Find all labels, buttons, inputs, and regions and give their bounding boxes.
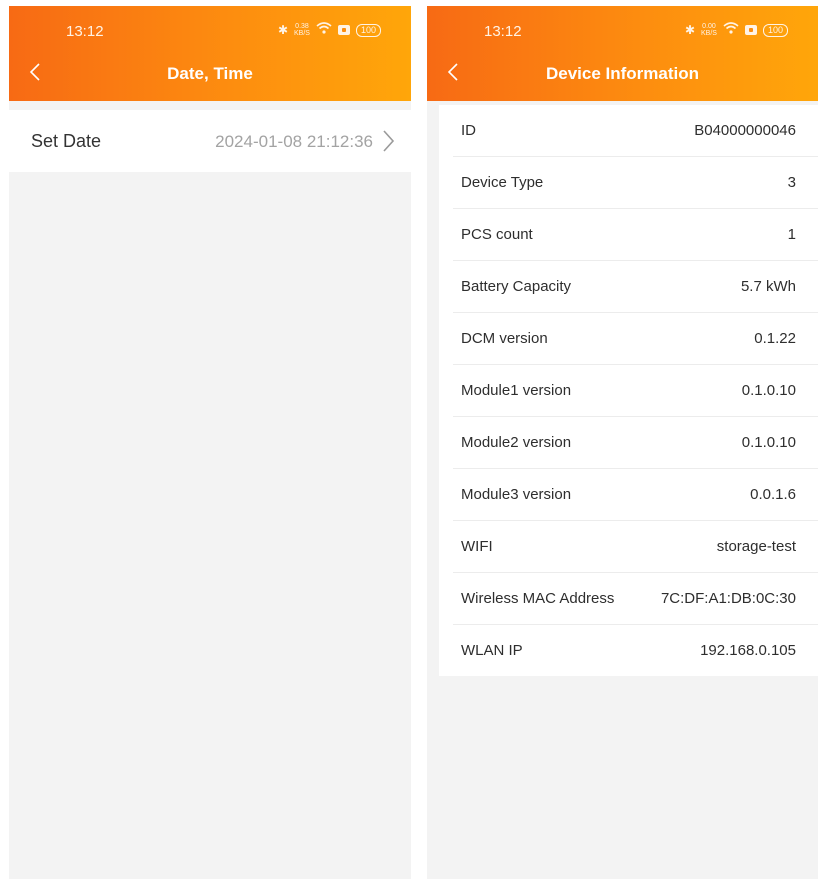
battery-indicator: 100 [355, 23, 381, 37]
status-icons: ✱ 0.00 KB/S 100 [685, 21, 788, 39]
info-value: 1 [787, 226, 796, 243]
info-value: 0.1.22 [754, 330, 796, 347]
info-value: 192.168.0.105 [700, 642, 796, 659]
status-time: 13:12 [66, 23, 104, 40]
info-value: B04000000046 [694, 122, 796, 139]
info-label: Module2 version [461, 434, 572, 451]
set-date-label: Set Date [31, 131, 102, 151]
bluetooth-icon: ✱ [684, 23, 696, 37]
status-time: 13:12 [484, 23, 522, 40]
header-bar: 13:12 ✱ 0.00 KB/S 100 Device Information [427, 6, 818, 101]
info-row-pcs-count: PCS count 1 [453, 209, 818, 261]
info-value: storage-test [716, 538, 796, 555]
wifi-icon [316, 21, 332, 39]
info-row-battery-capacity: Battery Capacity 5.7 kWh [453, 261, 818, 313]
info-label: Module1 version [461, 382, 572, 399]
set-date-value: 2024-01-08 21:12:36 [215, 132, 373, 151]
info-value: 0.1.0.10 [741, 382, 796, 399]
chevron-right-icon [383, 130, 395, 152]
info-value: 3 [787, 174, 796, 191]
info-label: WLAN IP [461, 642, 523, 659]
battery-indicator: 100 [762, 23, 788, 37]
wifi-icon [723, 21, 739, 39]
info-value: 0.1.0.10 [741, 434, 796, 451]
info-label: Module3 version [461, 486, 572, 503]
info-label: PCS count [461, 226, 533, 243]
info-label: DCM version [461, 330, 548, 347]
info-label: ID [461, 122, 476, 139]
info-row-dcm-version: DCM version 0.1.22 [453, 313, 818, 365]
info-label: Wireless MAC Address [461, 590, 615, 607]
device-info-list: ID B04000000046 Device Type 3 PCS count … [439, 105, 818, 676]
info-row-id: ID B04000000046 [453, 105, 818, 157]
network-speed: 0.38 KB/S [294, 23, 310, 37]
info-row-wifi: WIFI storage-test [453, 521, 818, 573]
status-icons: ✱ 0.38 KB/S 100 [278, 21, 381, 39]
date-time-screen: 13:12 ✱ 0.38 KB/S 100 Date, Time Set Dat… [9, 6, 411, 879]
info-row-device-type: Device Type 3 [453, 157, 818, 209]
info-row-module3-version: Module3 version 0.0.1.6 [453, 469, 818, 521]
info-value: 5.7 kWh [740, 278, 796, 295]
info-row-module2-version: Module2 version 0.1.0.10 [453, 417, 818, 469]
info-label: Device Type [461, 174, 544, 191]
page-title: Device Information [545, 64, 700, 83]
notification-icon [337, 25, 350, 35]
notification-icon [744, 25, 757, 35]
network-speed: 0.00 KB/S [701, 23, 717, 37]
info-label: WIFI [461, 538, 493, 555]
header-bar: 13:12 ✱ 0.38 KB/S 100 Date, Time [9, 6, 411, 101]
page-title: Date, Time [167, 64, 253, 83]
info-row-wlan-ip: WLAN IP 192.168.0.105 [453, 625, 818, 676]
set-date-row[interactable]: Set Date 2024-01-08 21:12:36 [9, 110, 411, 172]
info-label: Battery Capacity [461, 278, 572, 295]
bluetooth-icon: ✱ [277, 23, 289, 37]
device-information-screen: 13:12 ✱ 0.00 KB/S 100 Device Information… [427, 6, 818, 879]
info-row-wireless-mac: Wireless MAC Address 7C:DF:A1:DB:0C:30 [453, 573, 818, 625]
info-row-module1-version: Module1 version 0.1.0.10 [453, 365, 818, 417]
info-value: 7C:DF:A1:DB:0C:30 [660, 590, 796, 607]
info-value: 0.0.1.6 [750, 486, 796, 503]
